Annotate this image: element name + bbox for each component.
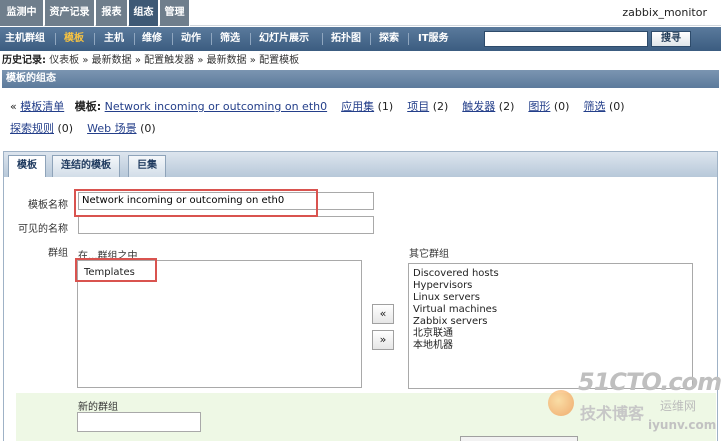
triggers-count: (2) — [498, 100, 515, 113]
discovery-rules-link[interactable]: 探索规则 — [10, 122, 54, 135]
visible-name-field[interactable] — [78, 216, 374, 234]
graphs-link[interactable]: 图形 — [528, 100, 550, 113]
list-item[interactable]: Hypervisors — [413, 280, 692, 292]
move-left-button[interactable]: « — [372, 304, 394, 324]
move-right-button[interactable]: » — [372, 330, 394, 350]
subnav-divider — [94, 33, 95, 45]
template-name-label: 模板名称 — [28, 200, 68, 211]
applications-link[interactable]: 应用集 — [341, 100, 374, 113]
tab-linked-templates[interactable]: 连结的模板 — [52, 155, 120, 177]
template-name-field[interactable]: Network incoming or outcoming on eth0 — [78, 192, 374, 210]
items-count: (2) — [432, 100, 449, 113]
new-group-label: 新的群组 — [78, 402, 118, 413]
subnav-hosts[interactable]: 主机 — [104, 27, 124, 51]
tab-template[interactable]: 模板 — [8, 155, 46, 178]
watermark-text: 51CTO.com — [578, 368, 721, 396]
list-item[interactable]: Zabbix servers — [413, 316, 692, 328]
subnav-host-groups[interactable]: 主机群组 — [5, 27, 45, 51]
form-tabs: 模板 连结的模板 巨集 — [3, 151, 718, 178]
history-trail[interactable]: 仪表板 » 最新数据 » 配置触发器 » 最新数据 » 配置模板 — [49, 55, 299, 66]
screens-link[interactable]: 筛选 — [583, 100, 605, 113]
current-user: zabbix_monitor — [622, 6, 707, 19]
subnav-divider — [322, 33, 323, 45]
template-links: « 模板清单 模板: Network incoming or outcoming… — [10, 100, 625, 114]
list-item[interactable]: Templates — [82, 267, 361, 279]
graphs-count: (0) — [553, 100, 570, 113]
other-groups-label: 其它群组 — [409, 249, 449, 260]
template-list-link[interactable]: 模板清单 — [20, 100, 64, 113]
subnav-templates[interactable]: 模板 — [64, 27, 84, 51]
tab-monitoring[interactable]: 监测中 — [0, 0, 44, 26]
subnav-discovery[interactable]: 探索 — [379, 27, 399, 51]
subnav-screens[interactable]: 筛选 — [220, 27, 240, 51]
tab-macros[interactable]: 巨集 — [128, 155, 166, 177]
search-input[interactable] — [484, 31, 648, 47]
new-group-field[interactable] — [77, 412, 201, 432]
search-button[interactable]: 搜寻 — [651, 31, 691, 47]
list-item[interactable]: Virtual machines — [413, 304, 692, 316]
breadcrumb: 历史记录: 仪表板 » 最新数据 » 配置触发器 » 最新数据 » 配置模板 — [2, 53, 299, 69]
subnav-divider — [408, 33, 409, 45]
list-item[interactable]: Linux servers — [413, 292, 692, 304]
subnav-divider — [250, 33, 251, 45]
web-scenarios-link[interactable]: Web 场景 — [87, 122, 136, 135]
subnav-divider — [370, 33, 371, 45]
in-groups-list[interactable]: Templates — [77, 260, 362, 388]
page-title: 模板的组态 — [2, 70, 719, 88]
top-navigation: 监测中 资产记录 报表 组态 管理 zabbix_monitor — [0, 0, 721, 26]
subnav-divider — [211, 33, 212, 45]
visible-name-label: 可见的名称 — [18, 224, 68, 235]
applications-count: (1) — [377, 100, 394, 113]
screens-count: (0) — [608, 100, 625, 113]
watermark-text: 运维网 — [660, 399, 697, 413]
web-scenarios-count: (0) — [140, 122, 156, 135]
tab-inventory[interactable]: 资产记录 — [45, 0, 95, 26]
template-links-row2: 探索规则 (0) Web 场景 (0) — [10, 122, 156, 136]
subnav-actions[interactable]: 动作 — [181, 27, 201, 51]
subnav-maintenance[interactable]: 维修 — [142, 27, 162, 51]
discovery-rules-count: (0) — [57, 122, 74, 135]
subnav-divider — [134, 33, 135, 45]
list-item[interactable]: 北京联通 — [413, 328, 692, 340]
subnav-it-services[interactable]: IT服务 — [418, 27, 449, 51]
triggers-link[interactable]: 触发器 — [462, 100, 495, 113]
history-label: 历史记录: — [2, 55, 46, 66]
back-prefix: « — [10, 100, 17, 113]
groups-label: 群组 — [48, 248, 68, 259]
subnav-divider — [172, 33, 173, 45]
list-item[interactable]: 本地机器 — [413, 340, 692, 352]
template-name-link[interactable]: Network incoming or outcoming on eth0 — [105, 100, 327, 113]
watermark-text: iyunv.com — [648, 418, 717, 432]
watermark-logo-icon — [548, 390, 574, 416]
watermark-text: 技术博客 — [580, 404, 645, 423]
list-item[interactable]: Discovered hosts — [413, 268, 692, 280]
sub-navigation: 主机群组 模板 主机 维修 动作 筛选 幻灯片展示 拓扑图 探索 IT服务 搜寻 — [0, 27, 721, 51]
subnav-slide-shows[interactable]: 幻灯片展示 — [259, 27, 309, 51]
template-label: 模板: — [74, 100, 102, 113]
save-button-partial[interactable] — [460, 436, 578, 441]
subnav-divider — [55, 33, 56, 45]
tab-reports[interactable]: 报表 — [96, 0, 128, 26]
subnav-maps[interactable]: 拓扑图 — [331, 27, 361, 51]
items-link[interactable]: 项目 — [407, 100, 429, 113]
tab-administration[interactable]: 管理 — [160, 0, 190, 26]
tab-configuration[interactable]: 组态 — [129, 0, 159, 26]
